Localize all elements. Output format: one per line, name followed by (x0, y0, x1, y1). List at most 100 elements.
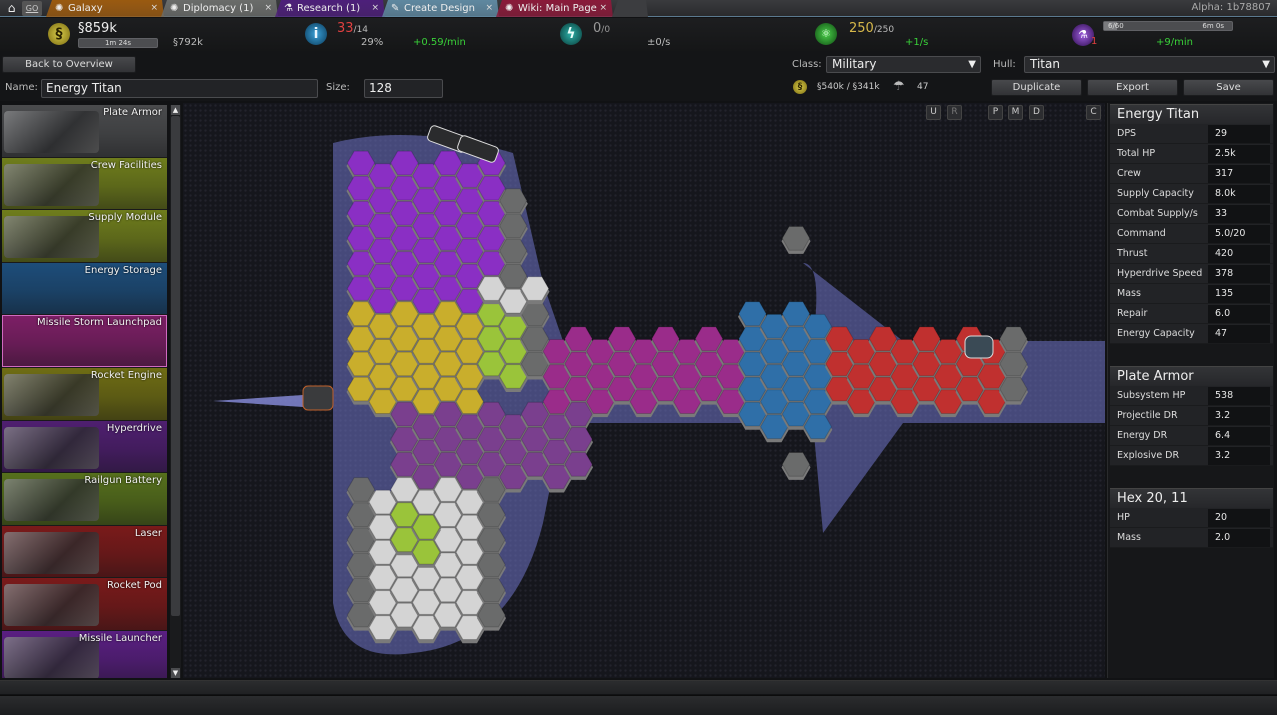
palette-item[interactable]: Plate Armor (2, 105, 167, 158)
close-icon[interactable]: × (150, 0, 158, 17)
research-rate: +9/min (1156, 37, 1193, 48)
subsystem-stats-section: Plate Armor Subsystem HP 538 Projectile DR 3… (1110, 366, 1273, 466)
palette-item[interactable]: Crew Facilities (2, 157, 167, 211)
palette-item-label: Missile Launcher (78, 632, 162, 644)
stat-label: Command (1117, 228, 1166, 239)
palette-item[interactable]: Rocket Engine (2, 367, 167, 421)
stat-value: 2.0 (1208, 529, 1270, 547)
tab-create-design[interactable]: ✎ Create Design × (382, 0, 499, 17)
palette-item[interactable]: Energy Storage (2, 262, 167, 316)
section-title: Plate Armor (1110, 366, 1273, 386)
version-label: Alpha: 1b78807 (1191, 2, 1271, 13)
tab-research[interactable]: ⚗ Research (1) × (275, 0, 385, 17)
tab-diplomacy[interactable]: ✺ Diplomacy (1) × (161, 0, 278, 17)
home-icon[interactable]: ⌂ (3, 1, 20, 16)
hull-select[interactable]: Titan ▼ (1024, 56, 1275, 73)
palette-item-label: Supply Module (88, 212, 162, 224)
stat-value: 6.4 (1208, 427, 1270, 445)
design-cost: §540k / §341k (817, 82, 880, 92)
close-icon[interactable]: × (485, 0, 493, 17)
stat-row: Thrust 420 (1110, 244, 1273, 264)
view-button-p[interactable]: P (988, 105, 1003, 120)
view-button-m[interactable]: M (1008, 105, 1023, 120)
palette-item-label: Rocket Engine (90, 369, 162, 381)
design-name-input[interactable]: Energy Titan (41, 79, 318, 98)
energy-value: 0/0 (593, 21, 610, 36)
subsystem-thumbnail (4, 216, 99, 259)
influence-icon: i (305, 23, 327, 45)
stat-value: 20 (1208, 509, 1270, 527)
stat-value: 29 (1208, 125, 1270, 143)
view-button-c[interactable]: C (1086, 105, 1101, 120)
stat-value: 378 (1208, 265, 1270, 283)
view-button-d[interactable]: D (1029, 105, 1044, 120)
stat-label: Subsystem HP (1117, 390, 1186, 401)
palette-item-label: Energy Storage (84, 264, 162, 276)
palette-item[interactable]: Supply Module (2, 210, 167, 263)
scroll-thumb[interactable] (171, 116, 180, 616)
ship-hex-grid[interactable] (183, 103, 1105, 678)
palette-item[interactable]: Missile Launcher (2, 630, 167, 678)
scroll-down-icon[interactable]: ▼ (171, 668, 180, 678)
wrench-icon: ✎ (391, 3, 400, 14)
new-tab-button[interactable] (612, 0, 648, 17)
rocket-engine-module[interactable] (302, 385, 334, 411)
close-icon[interactable]: × (599, 0, 607, 17)
tab-galaxy[interactable]: ✺ Galaxy × (46, 0, 164, 17)
influence-value: 33/14 (337, 21, 368, 36)
stat-value: 538 (1208, 387, 1270, 405)
go-button[interactable]: GO (22, 1, 42, 16)
size-input[interactable]: 128 (364, 79, 443, 98)
ship-designer-screen: ⌂ GO ✺ Galaxy × ✺ Diplomacy (1) × ⚗ Rese… (0, 0, 1277, 715)
stat-row: Crew 317 (1110, 164, 1273, 184)
stat-row: Combat Supply/s 33 (1110, 204, 1273, 224)
energy-rate: ±0/s (647, 37, 671, 48)
research-count: 1 (1091, 36, 1098, 47)
duplicate-button[interactable]: Duplicate (991, 79, 1082, 96)
design-stats-section: Energy Titan DPS 29 Total HP 2.5k Crew 317 Supp… (1110, 104, 1273, 344)
defense-value: 250/250 (849, 21, 894, 36)
laser-module[interactable] (964, 335, 994, 359)
back-to-overview-button[interactable]: Back to Overview (2, 56, 136, 73)
close-icon[interactable]: × (264, 0, 272, 17)
scroll-up-icon[interactable]: ▲ (171, 105, 180, 115)
stat-label: HP (1117, 512, 1130, 523)
dropdown-caret-icon: ▼ (1262, 59, 1270, 70)
palette-item[interactable]: Missile Storm Launchpad (2, 315, 167, 368)
stat-label: Explosive DR (1117, 450, 1180, 461)
section-title: Energy Titan (1110, 104, 1273, 124)
subsystem-thumbnail (4, 531, 99, 574)
stat-row: Repair 6.0 (1110, 304, 1273, 324)
subsystem-thumbnail (4, 111, 99, 153)
stat-label: Hyperdrive Speed (1117, 268, 1203, 279)
palette-item-label: Laser (134, 527, 162, 539)
defense-icon: ⚛ (815, 23, 837, 45)
resource-bar: § §859k 1m 24s §792k i 33/14 29% +0.59/m… (0, 18, 1277, 51)
palette-item[interactable]: Rocket Pod (2, 578, 167, 631)
stat-row: Explosive DR 3.2 (1110, 446, 1273, 466)
design-labor: 47 (917, 82, 929, 92)
palette-item[interactable]: Laser (2, 525, 167, 579)
stat-value: 420 (1208, 245, 1270, 263)
save-button[interactable]: Save (1183, 79, 1274, 96)
money-income: §792k (173, 37, 203, 48)
palette-scrollbar[interactable]: ▲ ▼ (170, 105, 181, 678)
design-canvas[interactable]: U R P M D C (183, 103, 1105, 678)
stat-label: Repair (1117, 308, 1148, 319)
close-icon[interactable]: × (371, 0, 379, 17)
view-button-u[interactable]: U (926, 105, 941, 120)
money-timer-bar: 1m 24s (78, 38, 158, 48)
hull-label: Hull: (993, 59, 1016, 70)
status-bar (0, 695, 1277, 715)
palette-item[interactable]: Hyperdrive (2, 420, 167, 474)
subsystem-thumbnail (4, 584, 99, 627)
palette-item[interactable]: Railgun Battery (2, 473, 167, 526)
stat-row: Energy DR 6.4 (1110, 426, 1273, 446)
labor-icon: ☂ (893, 79, 905, 94)
tab-wiki[interactable]: ✺ Wiki: Main Page × (496, 0, 613, 17)
export-button[interactable]: Export (1087, 79, 1178, 96)
view-button-r[interactable]: R (947, 105, 962, 120)
galaxy-icon: ✺ (505, 3, 514, 14)
influence-percent: 29% (361, 37, 384, 48)
class-select[interactable]: Military ▼ (826, 56, 981, 73)
